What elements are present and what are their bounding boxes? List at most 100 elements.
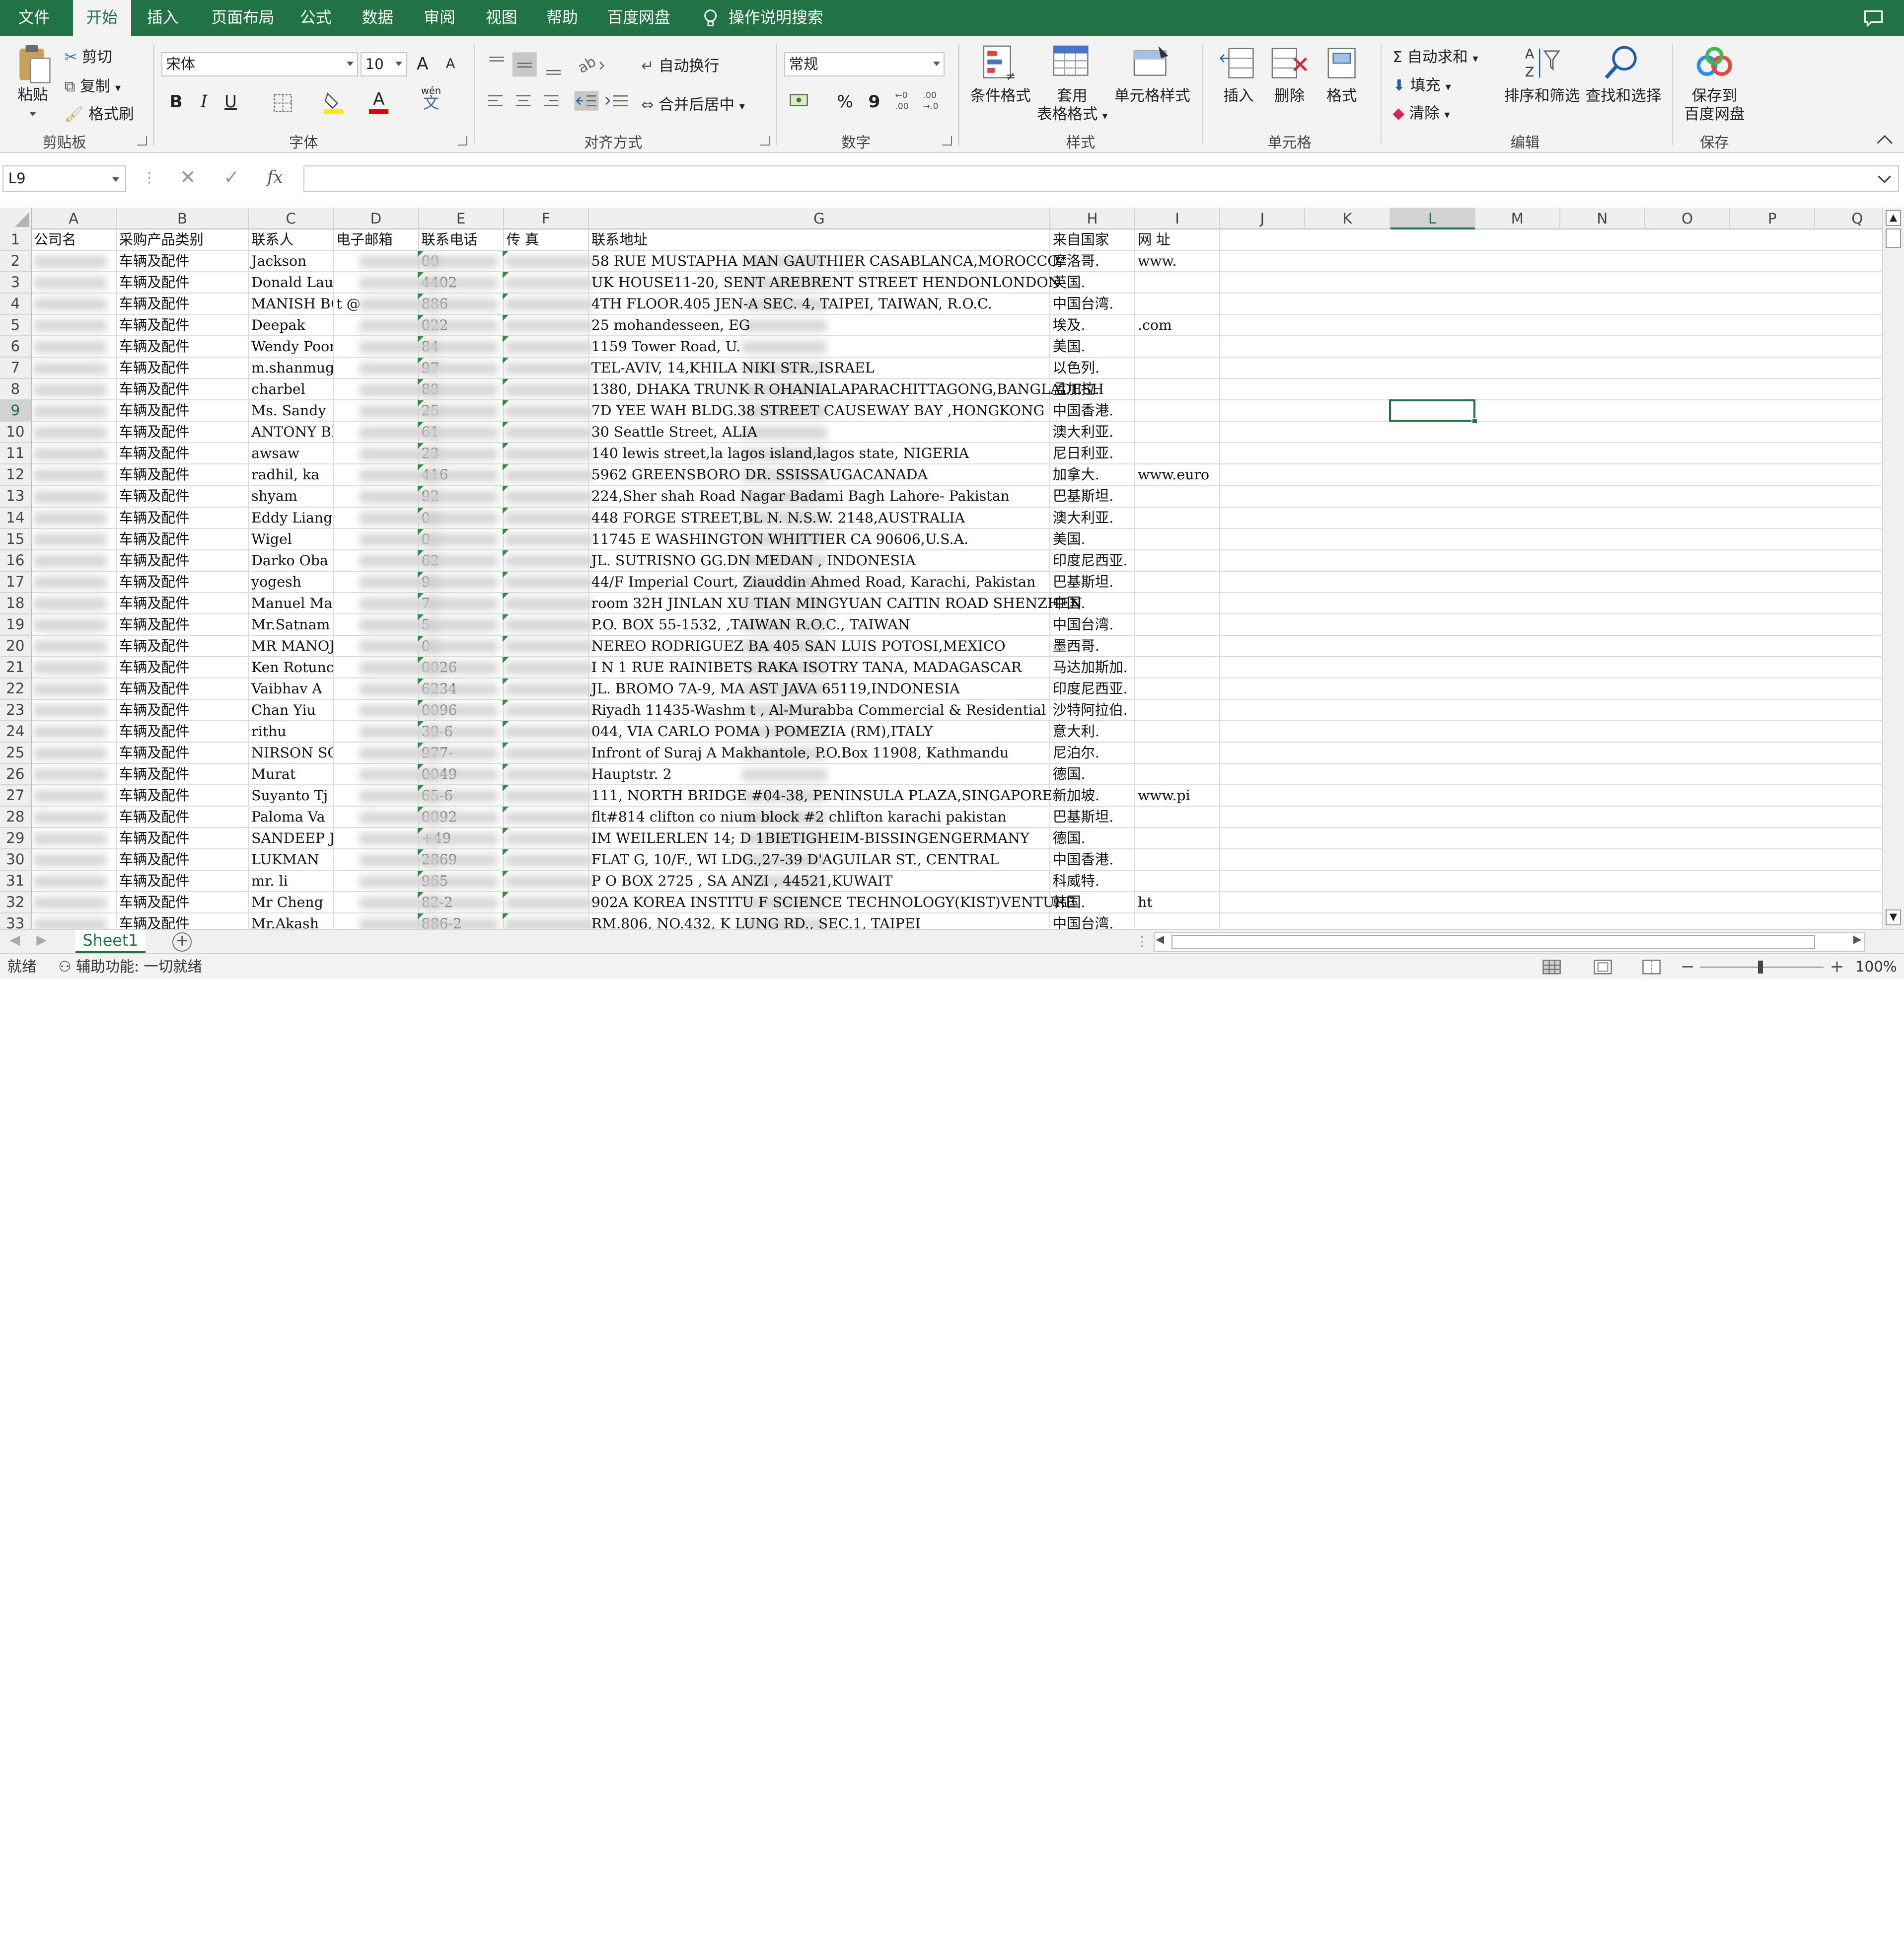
cell-c1[interactable]: 联系人	[249, 229, 334, 250]
cell-i3[interactable]	[1135, 272, 1221, 293]
cell-c16[interactable]: Darko Oba	[249, 550, 334, 571]
fill-color-icon[interactable]	[323, 90, 345, 114]
add-sheet-icon[interactable]: +	[172, 932, 192, 952]
row-header-28[interactable]: 28	[0, 806, 32, 828]
page-break-view-icon[interactable]	[1642, 959, 1661, 975]
cell-i1[interactable]: 网 址	[1135, 229, 1221, 250]
cell-i17[interactable]	[1135, 571, 1221, 593]
row-header-29[interactable]: 29	[0, 828, 32, 850]
select-all-corner[interactable]	[0, 208, 32, 230]
vertical-align-icons[interactable]	[486, 51, 571, 78]
row-header-20[interactable]: 20	[0, 635, 32, 657]
column-header-n[interactable]: N	[1560, 208, 1645, 230]
menu-help[interactable]: 帮助	[538, 0, 586, 36]
cell-c28[interactable]: Paloma Va	[249, 806, 334, 828]
accounting-format-icon[interactable]	[789, 91, 813, 110]
cell-h19[interactable]: 中国台湾.	[1050, 614, 1136, 635]
cell-b18[interactable]: 车辆及配件	[117, 593, 249, 614]
column-header-h[interactable]: H	[1050, 208, 1136, 230]
selected-cell[interactable]	[1389, 399, 1475, 422]
row-header-26[interactable]: 26	[0, 763, 32, 785]
cell-b1[interactable]: 采购产品类别	[117, 229, 249, 250]
percent-button[interactable]: %	[835, 90, 855, 114]
cell-c13[interactable]: shyam	[249, 486, 334, 507]
cell-b29[interactable]: 车辆及配件	[117, 828, 249, 849]
cell-i18[interactable]	[1135, 593, 1221, 614]
column-header-j[interactable]: J	[1220, 208, 1306, 230]
cell-g6[interactable]: 1159 Tower Road, U.	[589, 336, 1050, 357]
row-header-17[interactable]: 17	[0, 571, 32, 593]
format-cells-button[interactable]: 格式	[1318, 87, 1366, 106]
underline-button[interactable]: U	[221, 90, 240, 114]
fill-handle[interactable]	[1471, 418, 1478, 425]
paste-icon[interactable]	[16, 44, 52, 85]
cell-styles-icon[interactable]	[1132, 44, 1173, 82]
cell-b5[interactable]: 车辆及配件	[117, 315, 249, 336]
cell-g3[interactable]: UK HOUSE11-20, SENT AREBRENT STREET HEND…	[589, 272, 1060, 293]
copy-button[interactable]: ⧉ 复制 ▾	[65, 74, 121, 96]
cell-b24[interactable]: 车辆及配件	[117, 721, 249, 742]
menu-view[interactable]: 视图	[477, 0, 526, 36]
vertical-scroll-thumb[interactable]	[1885, 228, 1902, 248]
cell-c21[interactable]: Ken Rotunc	[249, 657, 334, 678]
cell-g31[interactable]: P O BOX 2725 , SA ANZI , 44521,KUWAIT	[589, 871, 1050, 892]
column-header-p[interactable]: P	[1730, 208, 1816, 230]
row-header-27[interactable]: 27	[0, 785, 32, 807]
column-header-q[interactable]: Q	[1815, 208, 1882, 229]
alignment-launcher-icon[interactable]	[760, 136, 770, 146]
cell-h7[interactable]: 以色列.	[1050, 358, 1136, 378]
menu-baidu-netdisk[interactable]: 百度网盘	[600, 0, 677, 36]
cell-b13[interactable]: 车辆及配件	[117, 486, 249, 507]
cell-g11[interactable]: 140 lewis street,la lagos island,lagos s…	[589, 443, 1050, 464]
cell-c6[interactable]: Wendy Poor	[249, 336, 334, 357]
comma-button[interactable]: 9	[865, 90, 884, 114]
cell-h13[interactable]: 巴基斯坦.	[1050, 486, 1136, 507]
menu-review[interactable]: 审阅	[415, 0, 464, 36]
cell-h12[interactable]: 加拿大.	[1050, 464, 1136, 485]
row-header-9[interactable]: 9	[0, 400, 32, 422]
borders-icon[interactable]	[273, 93, 293, 113]
column-header-e[interactable]: E	[419, 208, 504, 230]
cell-c11[interactable]: awsaw	[249, 443, 334, 464]
cell-c5[interactable]: Deepak	[249, 315, 334, 336]
cell-c2[interactable]: Jackson	[249, 251, 334, 272]
cell-i19[interactable]	[1135, 614, 1221, 635]
cell-h29[interactable]: 德国.	[1050, 828, 1136, 849]
cell-h22[interactable]: 印度尼西亚.	[1050, 678, 1136, 699]
delete-cells-button[interactable]: 删除	[1265, 87, 1314, 106]
cell-g18[interactable]: room 32H JINLAN XU TIAN MINGYUAN CAITIN …	[589, 593, 1082, 614]
cell-c24[interactable]: rithu	[249, 721, 334, 742]
cell-c32[interactable]: Mr Cheng	[249, 892, 334, 913]
cell-i24[interactable]	[1135, 721, 1221, 742]
cell-h21[interactable]: 马达加斯加.	[1050, 657, 1136, 678]
menu-insert[interactable]: 插入	[139, 0, 187, 36]
cell-i6[interactable]	[1135, 336, 1221, 357]
fill-button[interactable]: ⬇ 填充 ▾	[1392, 73, 1451, 95]
row-header-16[interactable]: 16	[0, 550, 32, 572]
cell-g26[interactable]: Hauptstr. 2	[589, 763, 1050, 785]
tab-splitter-icon[interactable]: ⋮	[1135, 934, 1149, 949]
cell-i7[interactable]	[1135, 358, 1221, 378]
cell-i14[interactable]	[1135, 507, 1221, 528]
cell-h24[interactable]: 意大利.	[1050, 721, 1136, 742]
cell-styles-button[interactable]: 单元格样式	[1112, 87, 1192, 106]
cell-g5[interactable]: 25 mohandesseen, EG	[589, 315, 1050, 336]
row-header-31[interactable]: 31	[0, 871, 32, 893]
number-launcher-icon[interactable]	[942, 136, 952, 146]
format-painter-button[interactable]: 🖌 格式刷	[65, 102, 134, 124]
cell-h18[interactable]: 中国.	[1050, 593, 1136, 614]
row-header-12[interactable]: 12	[0, 464, 32, 486]
row-header-4[interactable]: 4	[0, 294, 32, 315]
cell-b9[interactable]: 车辆及配件	[117, 400, 249, 421]
cell-h32[interactable]: 韩国.	[1050, 892, 1136, 913]
row-header-5[interactable]: 5	[0, 315, 32, 337]
format-as-table-icon[interactable]	[1051, 44, 1093, 82]
cell-c12[interactable]: radhil, ka	[249, 464, 334, 485]
cell-h8[interactable]: 孟加拉.	[1050, 379, 1136, 400]
cell-b6[interactable]: 车辆及配件	[117, 336, 249, 357]
cell-h17[interactable]: 巴基斯坦.	[1050, 571, 1136, 593]
cell-g28[interactable]: flt#814 clifton co nium block #2 chlifto…	[589, 806, 1050, 828]
expand-formula-bar-icon[interactable]	[1877, 175, 1892, 185]
zoom-in-icon[interactable]: +	[1830, 954, 1844, 979]
cell-i11[interactable]	[1135, 443, 1221, 464]
